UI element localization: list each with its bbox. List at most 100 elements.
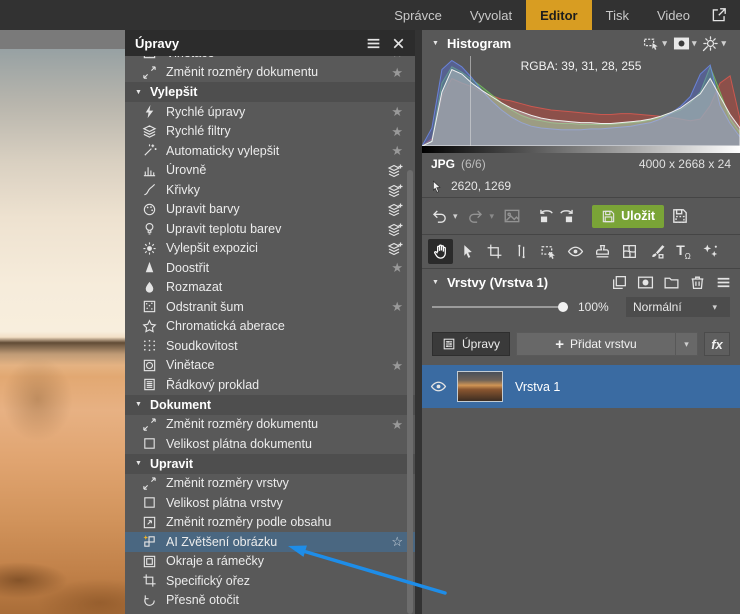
- plus-icon: +: [555, 336, 564, 353]
- edits-item-vin-tace[interactable]: Vinětace★: [125, 356, 415, 376]
- edits-item-label: Změnit rozměry podle obsahu: [166, 515, 403, 529]
- collapse-icon[interactable]: ▼: [432, 40, 439, 47]
- layer-mask-icon[interactable]: [637, 274, 654, 291]
- favorite-star-icon[interactable]: ★: [387, 144, 403, 157]
- edits-item-upravit-teplotu-barev[interactable]: Upravit teplotu barev: [125, 219, 415, 239]
- tool-straighten[interactable]: [509, 239, 534, 264]
- favorite-star-icon[interactable]: ★: [387, 125, 403, 138]
- tool-crop[interactable]: [482, 239, 507, 264]
- edits-item-zm-nit-rozm-ry-dokumentu[interactable]: Změnit rozměry dokumentu★: [125, 63, 415, 83]
- edits-scrollbar[interactable]: [407, 170, 413, 614]
- tool-effects[interactable]: [698, 239, 723, 264]
- tool-hand[interactable]: [428, 239, 453, 264]
- chevron-down-icon[interactable]: ▾: [453, 211, 458, 222]
- collapse-icon[interactable]: ▼: [135, 401, 142, 408]
- blend-mode-dropdown[interactable]: Normální ▾: [626, 297, 730, 317]
- delete-layer-icon[interactable]: [689, 274, 706, 291]
- edits-item-rychl-pravy[interactable]: Rychlé úpravy★: [125, 102, 415, 122]
- fx-button[interactable]: fx: [704, 332, 730, 356]
- menu-icon[interactable]: [715, 274, 732, 291]
- slider-knob[interactable]: [558, 302, 568, 312]
- section-header-vylepšit[interactable]: ▼Vylepšit: [125, 82, 415, 102]
- layer-group-icon[interactable]: [663, 274, 680, 291]
- undo-icon[interactable]: [430, 207, 448, 225]
- chevron-down-icon[interactable]: ▾: [662, 38, 667, 49]
- edits-item-ai-zv-t-en-obr-zku[interactable]: AI Zvětšení obrázku☆: [125, 532, 415, 552]
- edits-item-rychl-filtry[interactable]: Rychlé filtry★: [125, 122, 415, 142]
- edits-item-rozmazat[interactable]: Rozmazat: [125, 278, 415, 298]
- edits-item--rovn-[interactable]: Úrovně: [125, 161, 415, 181]
- tool-text[interactable]: TΩ: [671, 239, 696, 264]
- gear-icon[interactable]: [702, 35, 719, 52]
- section-header-upravit[interactable]: ▼Upravit: [125, 454, 415, 474]
- adjustments-button[interactable]: Úpravy: [432, 332, 510, 356]
- favorite-star-outline-icon[interactable]: ☆: [387, 535, 403, 548]
- tab-vyvolat[interactable]: Vyvolat: [456, 0, 526, 30]
- tab-editor[interactable]: Editor: [526, 0, 592, 30]
- layer-thumbnail[interactable]: [457, 371, 503, 402]
- edits-item-p-esn-oto-it[interactable]: Přesně otočit: [125, 591, 415, 611]
- edits-item-odstranit-um[interactable]: Odstranit šum★: [125, 297, 415, 317]
- edits-item-specifick-o-ez[interactable]: Specifický ořez: [125, 571, 415, 591]
- edits-item-soudkovitost[interactable]: Soudkovitost: [125, 336, 415, 356]
- favorite-star-icon[interactable]: ★: [387, 105, 403, 118]
- edits-item-doost-it[interactable]: Doostřit★: [125, 258, 415, 278]
- edits-item--dkov-proklad[interactable]: Řádkový proklad: [125, 375, 415, 395]
- section-header-dokument[interactable]: ▼Dokument: [125, 395, 415, 415]
- tab-správce[interactable]: Správce: [380, 0, 456, 30]
- favorite-star-icon[interactable]: ★: [387, 418, 403, 431]
- external-window-button[interactable]: [704, 0, 740, 30]
- add-adjustment-layer-icon[interactable]: [387, 221, 403, 237]
- selection-tool-icon[interactable]: [643, 35, 660, 52]
- edits-item-label: Změnit rozměry vrstvy: [166, 476, 403, 490]
- layer-row[interactable]: Vrstva 1: [422, 365, 740, 408]
- tool-retouch-brush[interactable]: [644, 239, 669, 264]
- edits-item-chromatick-aberace[interactable]: Chromatická aberace: [125, 317, 415, 337]
- favorite-star-icon[interactable]: ★: [387, 56, 403, 59]
- edits-item-zm-nit-rozm-ry-vrstvy[interactable]: Změnit rozměry vrstvy: [125, 474, 415, 494]
- edits-item-k-ivky[interactable]: Křivky: [125, 180, 415, 200]
- eye-icon[interactable]: [430, 378, 447, 395]
- save-as-button[interactable]: [667, 205, 693, 228]
- histogram-header: ▼ Histogram ▾ ▾ ▾: [422, 30, 740, 56]
- duplicate-layer-icon[interactable]: [611, 274, 628, 291]
- collapse-icon[interactable]: ▼: [135, 460, 142, 467]
- add-layer-dropdown[interactable]: ▾: [675, 333, 697, 355]
- edits-item-velikost-pl-tna-vrstvy[interactable]: Velikost plátna vrstvy: [125, 493, 415, 513]
- rotate-left-icon[interactable]: [537, 207, 555, 225]
- edits-item-zm-nit-rozm-ry-podle-obsahu[interactable]: Změnit rozměry podle obsahu: [125, 513, 415, 533]
- tool-deform-selection[interactable]: [536, 239, 561, 264]
- tool-mesh-warp[interactable]: [617, 239, 642, 264]
- edits-item-vylep-it-expozici[interactable]: Vylepšit expozici: [125, 239, 415, 259]
- close-icon[interactable]: [390, 35, 407, 52]
- edits-item-velikost-pl-tna-dokumentu[interactable]: Velikost plátna dokumentu: [125, 434, 415, 454]
- tool-red-eye[interactable]: [563, 239, 588, 264]
- tool-move[interactable]: [455, 239, 480, 264]
- mask-overlay-icon[interactable]: [673, 35, 690, 52]
- favorite-star-icon[interactable]: ★: [387, 261, 403, 274]
- photo-canvas[interactable]: [0, 49, 125, 614]
- tab-tisk[interactable]: Tisk: [592, 0, 643, 30]
- edits-item-okraje-a-r-me-ky[interactable]: Okraje a rámečky: [125, 552, 415, 572]
- add-adjustment-layer-icon[interactable]: [387, 240, 403, 256]
- menu-icon[interactable]: [365, 35, 382, 52]
- chevron-down-icon[interactable]: ▾: [721, 38, 726, 49]
- edits-item-zm-nit-rozm-ry-dokumentu[interactable]: Změnit rozměry dokumentu★: [125, 415, 415, 435]
- opacity-slider[interactable]: [432, 300, 568, 314]
- add-adjustment-layer-icon[interactable]: [387, 162, 403, 178]
- tab-video[interactable]: Video: [643, 0, 704, 30]
- collapse-icon[interactable]: ▼: [432, 279, 439, 286]
- add-adjustment-layer-icon[interactable]: [387, 201, 403, 217]
- add-adjustment-layer-icon[interactable]: [387, 182, 403, 198]
- edits-item-automaticky-vylep-it[interactable]: Automaticky vylepšit★: [125, 141, 415, 161]
- favorite-star-icon[interactable]: ★: [387, 300, 403, 313]
- tool-clone-stamp[interactable]: [590, 239, 615, 264]
- edits-item-upravit-barvy[interactable]: Upravit barvy: [125, 200, 415, 220]
- favorite-star-icon[interactable]: ★: [387, 66, 403, 79]
- add-layer-button[interactable]: + Přidat vrstvu ▾: [516, 332, 698, 356]
- save-button[interactable]: Uložit: [592, 205, 664, 228]
- collapse-icon[interactable]: ▼: [135, 89, 142, 96]
- favorite-star-icon[interactable]: ★: [387, 359, 403, 372]
- chevron-down-icon[interactable]: ▾: [692, 38, 697, 49]
- rotate-right-icon[interactable]: [558, 207, 576, 225]
